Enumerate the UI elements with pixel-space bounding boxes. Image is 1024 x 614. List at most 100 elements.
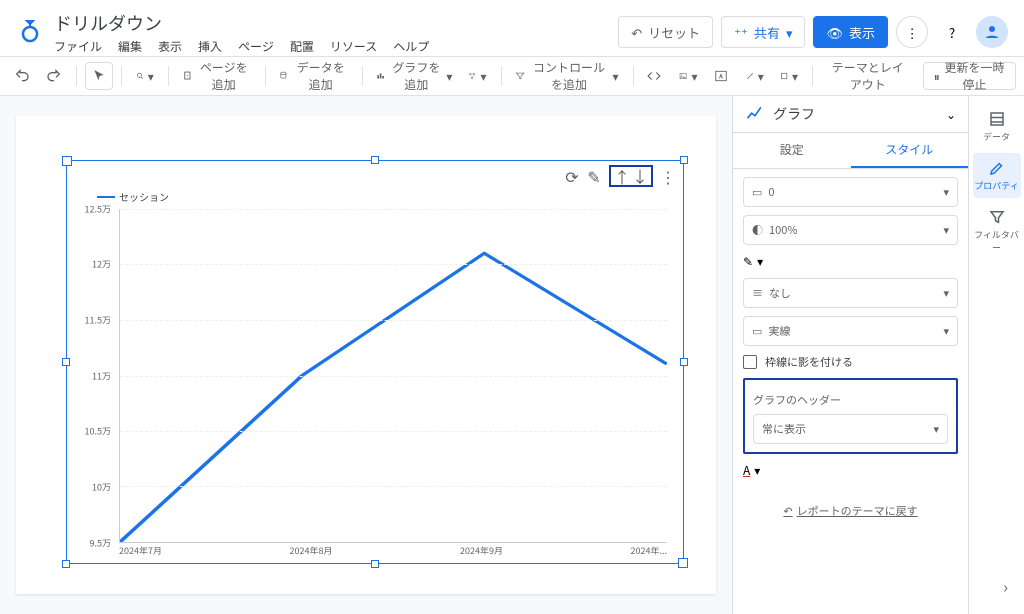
main-area: ⟳ ✎ ↑ ↓ ⋮ セッション 12.5万 12万 11 [0,96,1024,614]
filter-icon [988,208,1006,226]
reset-theme-link[interactable]: ↶ レポートのテーマに戻す [743,503,958,519]
svg-text:A: A [718,71,723,80]
text-color-picker[interactable]: A▾ [743,462,958,479]
header-actions: ↶リセット ⁺⁺共有▾ 👁表示 ⋮ ? [618,16,1008,48]
pause-refresh-button[interactable]: ⏸更新を一時停止 [923,62,1016,90]
image-button[interactable]: ▾ [673,62,703,90]
text-color-icon: A [743,462,750,479]
drill-up-icon[interactable]: ↑ [615,169,629,183]
undo-button[interactable] [8,62,36,90]
more-vert-icon: ⋮ [905,23,918,42]
legend-label: セッション [119,189,169,204]
add-control-button[interactable]: コントロールを追加▾ [509,62,624,90]
app-logo-icon [16,18,44,46]
chevron-down-icon: ⌄ [946,106,956,123]
edit-icon[interactable]: ✎ [587,169,601,183]
header-mode-select[interactable]: 常に表示 ▾ [753,414,948,444]
tab-setup[interactable]: 設定 [733,133,851,168]
menu-edit[interactable]: 編集 [118,38,142,55]
help-button[interactable]: ? [936,16,968,48]
view-button[interactable]: 👁表示 [813,16,888,48]
add-data-button[interactable]: データを追加 [273,62,353,90]
chart-more-icon[interactable]: ⋮ [661,169,675,183]
x-axis: 2024年7月 2024年8月 2024年9月 2024年... [119,544,667,557]
opacity-select[interactable]: ◐ 100% ▾ [743,215,958,245]
drill-buttons-highlight: ↑ ↓ [609,165,653,187]
embed-button[interactable] [641,62,669,90]
shadow-checkbox-row[interactable]: 枠線に影を付ける [743,354,958,370]
community-icon [468,69,476,83]
chevron-down-icon: ▾ [943,222,949,238]
filter-icon [515,69,525,83]
line-style-icon: ▭ [752,323,762,339]
tab-style[interactable]: スタイル [851,133,969,168]
chevron-down-icon: ▾ [758,68,764,85]
chevron-down-icon: ▾ [148,68,154,85]
checkbox[interactable] [743,355,757,369]
chart-selection[interactable]: ⟳ ✎ ↑ ↓ ⋮ セッション 12.5万 12万 11 [66,160,684,564]
chevron-down-icon: ▾ [786,23,793,42]
menu-insert[interactable]: 挿入 [198,38,222,55]
menu-resource[interactable]: リソース [330,38,377,55]
chevron-down-icon: ▾ [754,462,760,479]
menu-arrange[interactable]: 配置 [290,38,314,55]
help-icon: ? [949,23,955,42]
rail-data[interactable]: データ [973,104,1021,149]
panel-title: グラフ [773,104,938,124]
border-style-select[interactable]: ≡ なし ▾ [743,278,958,308]
right-rail: データ プロパティ フィルタバー [968,96,1024,614]
chevron-down-icon: ▾ [943,184,949,200]
text-icon: A [714,69,728,83]
add-page-button[interactable]: +ページを追加 [177,62,257,90]
rail-property[interactable]: プロパティ [973,153,1021,198]
plot-area [119,209,667,543]
border-color-picker[interactable]: ✎▾ [743,253,958,270]
chevron-down-icon: ▾ [933,421,939,437]
panel-header[interactable]: グラフ ⌄ [733,96,968,133]
share-button[interactable]: ⁺⁺共有▾ [721,16,805,48]
divider [121,66,122,86]
community-viz-button[interactable]: ▾ [462,62,492,90]
title-block: ドリルダウン ファイル 編集 表示 挿入 ページ 配置 リソース ヘルプ [54,10,618,55]
collapse-rail-icon[interactable]: › [1003,574,1008,598]
data-plus-icon [279,69,289,83]
selection-tool[interactable] [85,62,113,90]
opacity-icon: ◐ [752,222,763,238]
redo-button[interactable] [40,62,68,90]
menu-page[interactable]: ページ [238,38,274,55]
app-header: ドリルダウン ファイル 編集 表示 挿入 ページ 配置 リソース ヘルプ ↶リセ… [0,0,1024,56]
svg-text:+: + [186,73,189,79]
add-chart-button[interactable]: グラフを追加▾ [370,62,458,90]
text-button[interactable]: A [708,62,736,90]
undo-icon [14,68,30,84]
menu-file[interactable]: ファイル [54,38,102,55]
more-button[interactable]: ⋮ [896,16,928,48]
chevron-down-icon: ▾ [792,68,798,85]
divider [76,66,77,86]
canvas[interactable]: ⟳ ✎ ↑ ↓ ⋮ セッション 12.5万 12万 11 [0,96,732,614]
square-icon [780,69,788,83]
divider [812,66,813,86]
menu-help[interactable]: ヘルプ [393,38,429,55]
chevron-down-icon: ▾ [943,285,949,301]
doc-title[interactable]: ドリルダウン [54,10,618,36]
drill-down-icon[interactable]: ↓ [633,169,647,183]
reset-chart-icon[interactable]: ⟳ [565,169,579,183]
zoom-tool[interactable]: ▾ [130,62,160,90]
line-button[interactable]: ▾ [740,62,770,90]
image-icon [679,69,687,83]
rail-filter[interactable]: フィルタバー [973,202,1021,260]
shape-button[interactable]: ▾ [774,62,804,90]
report-page: ⟳ ✎ ↑ ↓ ⋮ セッション 12.5万 12万 11 [16,116,716,594]
user-avatar[interactable] [976,16,1008,48]
lines-icon: ≡ [752,285,763,301]
line-style-select[interactable]: ▭ 実線 ▾ [743,316,958,346]
chevron-down-icon: ▾ [446,68,452,85]
reset-button[interactable]: ↶リセット [618,16,713,48]
border-weight-select[interactable]: ▭ 0 ▾ [743,177,958,207]
menu-view[interactable]: 表示 [158,38,182,55]
line-chart-icon [745,104,765,124]
divider [501,66,502,86]
pause-icon: ⏸ [934,68,940,85]
theme-button[interactable]: テーマとレイアウト [821,62,915,90]
